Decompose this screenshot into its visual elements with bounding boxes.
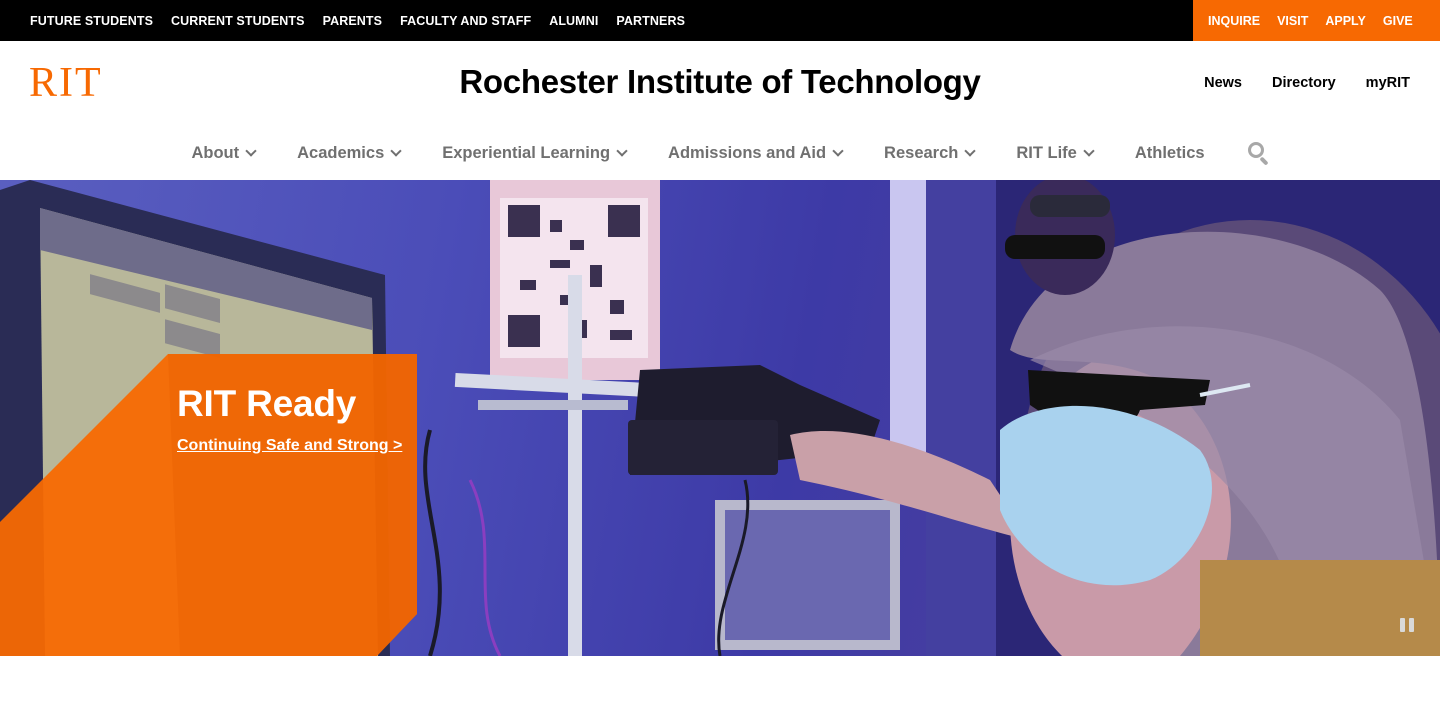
audience-link-future-students[interactable]: FUTURE STUDENTS bbox=[30, 14, 153, 28]
chevron-down-icon bbox=[1083, 145, 1095, 157]
hero-cta-label: Continuing Safe and Strong bbox=[177, 436, 389, 454]
chevron-down-icon bbox=[616, 145, 628, 157]
pause-icon[interactable] bbox=[1400, 618, 1416, 634]
visit-link[interactable]: VISIT bbox=[1277, 14, 1308, 28]
hero-cta-link[interactable]: Continuing Safe and Strong > bbox=[177, 437, 402, 455]
action-links: INQUIRE VISIT APPLY GIVE bbox=[1193, 0, 1440, 41]
nav-item-admissions-aid[interactable]: Admissions and Aid bbox=[668, 143, 844, 163]
audience-nav: FUTURE STUDENTS CURRENT STUDENTS PARENTS… bbox=[30, 0, 685, 41]
audience-link-current-students[interactable]: CURRENT STUDENTS bbox=[171, 14, 305, 28]
nav-item-label: Experiential Learning bbox=[442, 143, 611, 162]
nav-item-label: Admissions and Aid bbox=[668, 143, 827, 162]
utility-links: News Directory myRIT bbox=[1204, 75, 1410, 91]
chevron-down-icon bbox=[390, 145, 402, 157]
nav-item-academics[interactable]: Academics bbox=[297, 143, 402, 163]
nav-item-rit-life[interactable]: RIT Life bbox=[1016, 143, 1095, 163]
inquire-link[interactable]: INQUIRE bbox=[1208, 14, 1260, 28]
nav-item-label: Academics bbox=[297, 143, 385, 162]
nav-item-label: About bbox=[191, 143, 240, 162]
nav-item-research[interactable]: Research bbox=[884, 143, 977, 163]
nav-item-label: RIT Life bbox=[1016, 143, 1077, 162]
audience-link-parents[interactable]: PARENTS bbox=[323, 14, 383, 28]
news-link[interactable]: News bbox=[1204, 75, 1242, 91]
search-icon[interactable] bbox=[1247, 142, 1270, 166]
main-nav: About Academics Experiential Learning Ad… bbox=[0, 140, 1440, 166]
nav-item-label: Research bbox=[884, 143, 959, 162]
give-link[interactable]: GIVE bbox=[1383, 14, 1413, 28]
hero-banner: RIT Ready Continuing Safe and Strong > bbox=[0, 180, 1440, 656]
hero-text: RIT Ready Continuing Safe and Strong > bbox=[177, 383, 402, 455]
nav-item-athletics[interactable]: Athletics bbox=[1135, 144, 1205, 163]
audience-link-partners[interactable]: PARTNERS bbox=[616, 14, 685, 28]
top-utility-bar: FUTURE STUDENTS CURRENT STUDENTS PARENTS… bbox=[0, 0, 1440, 41]
nav-item-experiential-learning[interactable]: Experiential Learning bbox=[442, 143, 628, 163]
chevron-down-icon bbox=[832, 145, 844, 157]
apply-link[interactable]: APPLY bbox=[1325, 14, 1366, 28]
chevron-down-icon bbox=[245, 145, 257, 157]
arrow-right-icon: > bbox=[393, 436, 403, 454]
nav-item-label: Athletics bbox=[1134, 143, 1205, 162]
myrit-link[interactable]: myRIT bbox=[1366, 75, 1410, 91]
audience-link-faculty-staff[interactable]: FACULTY AND STAFF bbox=[400, 14, 531, 28]
nav-item-about[interactable]: About bbox=[191, 143, 257, 163]
chevron-down-icon bbox=[964, 145, 977, 157]
audience-link-alumni[interactable]: ALUMNI bbox=[549, 14, 598, 28]
directory-link[interactable]: Directory bbox=[1272, 75, 1336, 91]
hero-heading: RIT Ready bbox=[177, 383, 357, 424]
